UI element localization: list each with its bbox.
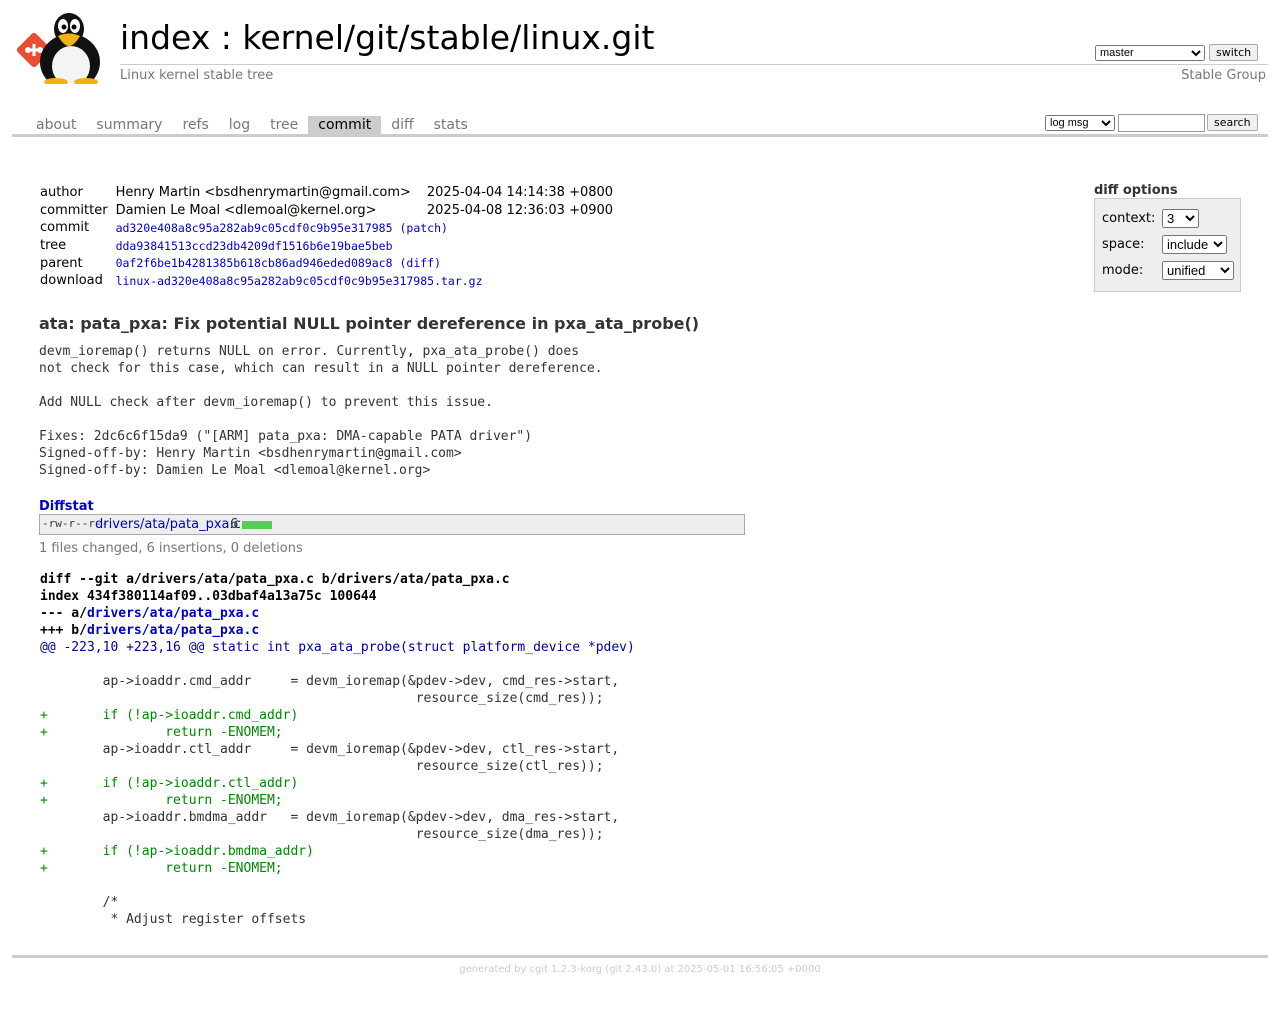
diffstat-file-link[interactable]: drivers/ata/pata_pxa.c (95, 517, 241, 532)
author-date: 2025-04-04 14:14:38 +0800 (426, 185, 614, 201)
diffstat-summary: 1 files changed, 6 insertions, 0 deletio… (39, 541, 303, 556)
download-cell: linux-ad320e408a8c95a282ab9c05cdf0c9b95e… (112, 272, 617, 290)
diffstat-table: -rw-r--r-- drivers/ata/pata_pxa.c 6 (39, 514, 745, 535)
diff-added-line: + if (!ap->ioaddr.ctl_addr) (40, 776, 299, 791)
context-select[interactable]: 3 (1162, 209, 1199, 228)
committer-label: committer (40, 202, 108, 218)
diff-view: diff --git a/drivers/ata/pata_pxa.c b/dr… (40, 571, 635, 928)
tree-label: tree (40, 238, 67, 254)
footer-divider (12, 955, 1268, 958)
switch-button[interactable]: switch (1209, 44, 1259, 61)
repo-owner: Stable Group (1181, 68, 1266, 83)
diff-options-panel: context: 3 space: include mode: unified (1094, 198, 1241, 292)
commit-info-table: author Henry Martin <bsdhenrymartin@gmai… (36, 184, 617, 290)
diff-context-line: resource_size(ctl_res)); (40, 759, 604, 774)
nav-tabs: about summary refs log tree commit diff … (26, 116, 478, 136)
diff-context-line (40, 656, 635, 673)
commit-subject: ata: pata_pxa: Fix potential NULL pointe… (39, 314, 700, 333)
committer-date: 2025-04-08 12:36:03 +0900 (426, 202, 614, 218)
diffstat-header-link[interactable]: Diffstat (39, 499, 94, 514)
diffstat-count: 6 (230, 517, 239, 532)
index-link[interactable]: index (120, 18, 210, 57)
author-value: Henry Martin <bsdhenrymartin@gmail.com> (115, 185, 411, 201)
diff-plus-line: +++ b/drivers/ata/pata_pxa.c (40, 622, 635, 639)
footer: generated by cgit 1.2.3-korg (git 2.43.0… (459, 964, 821, 975)
space-select[interactable]: include (1162, 235, 1227, 254)
tab-tree[interactable]: tree (260, 116, 308, 136)
parent-sha-link[interactable]: 0af2f6be1b4281385b618cb86ad946eded089ac8 (116, 256, 393, 270)
tab-stats[interactable]: stats (424, 116, 478, 136)
tree-row: tree dda93841513ccd23db4209df1516b6e19ba… (36, 237, 617, 255)
mode-select[interactable]: unified (1162, 261, 1234, 280)
diff-context-line: ap->ioaddr.cmd_addr = devm_ioremap(&pdev… (40, 674, 620, 689)
repo-description: Linux kernel stable tree (120, 68, 274, 83)
tree-sha-cell: dda93841513ccd23db4209df1516b6e19bae5beb (112, 237, 617, 255)
commit-sha-link[interactable]: ad320e408a8c95a282ab9c05cdf0c9b95e317985 (116, 221, 393, 235)
space-label: space: (1102, 237, 1145, 252)
download-row: download linux-ad320e408a8c95a282ab9c05c… (36, 272, 617, 290)
diff-added-line: + return -ENOMEM; (40, 793, 283, 808)
diff-context-line (40, 877, 635, 894)
tab-summary[interactable]: summary (86, 116, 172, 136)
committer-row: committer Damien Le Moal <dlemoal@kernel… (36, 202, 617, 220)
diff-context-line: resource_size(cmd_res)); (40, 691, 604, 706)
diff-context-line: /* (40, 895, 119, 910)
diff-plus-file-link[interactable]: drivers/ata/pata_pxa.c (87, 623, 259, 638)
search-button[interactable]: search (1207, 114, 1258, 131)
diff-added-line: + return -ENOMEM; (40, 861, 283, 876)
diff-minus-prefix: --- a/ (40, 606, 87, 621)
author-label: author (40, 185, 83, 201)
committer-value: Damien Le Moal <dlemoal@kernel.org> (115, 202, 377, 218)
download-label: download (40, 273, 103, 289)
repo-link[interactable]: kernel/git/stable/linux.git (242, 18, 654, 57)
branch-select[interactable]: master (1095, 45, 1205, 61)
diff-context-line: * Adjust register offsets (40, 912, 307, 927)
title-separator: : (210, 18, 243, 57)
diff-context-line: ap->ioaddr.ctl_addr = devm_ioremap(&pdev… (40, 742, 620, 757)
cgit-logo[interactable] (14, 12, 110, 90)
commit-label: commit (40, 220, 90, 236)
diff-minus-file-link[interactable]: drivers/ata/pata_pxa.c (87, 606, 259, 621)
mode-label: mode: (1102, 263, 1144, 278)
diff-index-line: index 434f380114af09..03dbaf4a13a75c 100… (40, 589, 377, 604)
tab-about[interactable]: about (26, 116, 86, 136)
page-title: index : kernel/git/stable/linux.git (120, 16, 654, 60)
diff-paren: (diff) (399, 256, 442, 271)
tab-log[interactable]: log (219, 116, 260, 136)
diff-lines: ap->ioaddr.cmd_addr = devm_ioremap(&pdev… (40, 656, 635, 928)
header-divider (120, 64, 1268, 65)
download-link[interactable]: linux-ad320e408a8c95a282ab9c05cdf0c9b95e… (116, 274, 483, 288)
parent-row: parent 0af2f6be1b4281385b618cb86ad946ede… (36, 254, 617, 272)
parent-diff-link[interactable]: diff (406, 256, 434, 270)
diff-added-line: + if (!ap->ioaddr.bmdma_addr) (40, 844, 314, 859)
tabs-divider (12, 134, 1268, 137)
commit-message: devm_ioremap() returns NULL on error. Cu… (39, 344, 603, 478)
search-mode-select[interactable]: log msg (1045, 115, 1115, 131)
tab-diff[interactable]: diff (381, 116, 423, 136)
diff-added-line: + if (!ap->ioaddr.cmd_addr) (40, 708, 299, 723)
diff-minus-line: --- a/drivers/ata/pata_pxa.c (40, 605, 635, 622)
tab-refs[interactable]: refs (172, 116, 218, 136)
tree-sha-link[interactable]: dda93841513ccd23db4209df1516b6e19bae5beb (116, 239, 393, 253)
search-input[interactable] (1118, 114, 1205, 132)
commit-sha-cell: ad320e408a8c95a282ab9c05cdf0c9b95e317985… (112, 219, 617, 237)
diff-added-line: + return -ENOMEM; (40, 725, 283, 740)
diff-context-line: resource_size(dma_res)); (40, 827, 604, 842)
patch-link[interactable]: patch (406, 221, 441, 235)
diff-options-title: diff options (1094, 183, 1178, 198)
diff-context-line: ap->ioaddr.bmdma_addr = devm_ioremap(&pd… (40, 810, 620, 825)
tab-commit[interactable]: commit (308, 116, 382, 136)
author-row: author Henry Martin <bsdhenrymartin@gmai… (36, 184, 617, 202)
parent-label: parent (40, 255, 83, 271)
patch-paren: (patch) (399, 220, 448, 235)
diff-hunk-header: @@ -223,10 +223,16 @@ static int pxa_ata… (40, 640, 635, 655)
commit-row: commit ad320e408a8c95a282ab9c05cdf0c9b95… (36, 219, 617, 237)
tux-git-logo-icon (16, 13, 100, 90)
diff-git-line: diff --git a/drivers/ata/pata_pxa.c b/dr… (40, 572, 510, 587)
context-label: context: (1102, 211, 1156, 226)
parent-sha-cell: 0af2f6be1b4281385b618cb86ad946eded089ac8… (112, 254, 617, 272)
diff-plus-prefix: +++ b/ (40, 623, 87, 638)
diffstat-insertions-bar (242, 521, 272, 529)
